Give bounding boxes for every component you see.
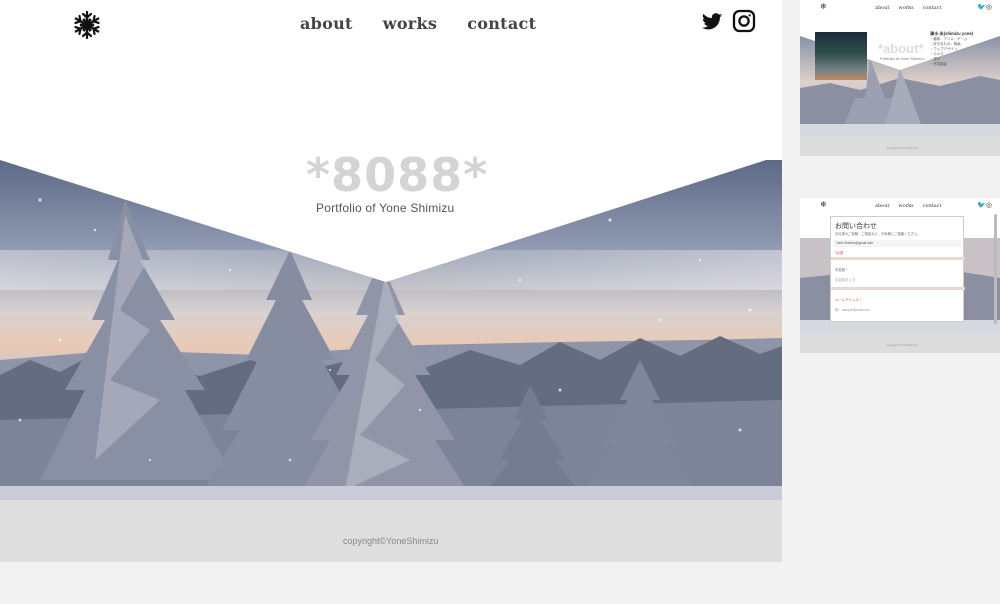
email-input: 例：sample@mail.com [835, 308, 870, 312]
section-divider [831, 287, 965, 290]
section-divider [831, 257, 965, 260]
hero-subtitle: Portfolio of Yone Shimizu [316, 201, 455, 215]
profile-line: ・好きなもの：映画 [930, 42, 961, 46]
profile-name: 清水 米(shimizu yone) [930, 31, 974, 36]
nav-works-link[interactable]: works [383, 14, 437, 33]
nav-contact-link[interactable]: contact [467, 14, 536, 33]
thumb-nav-contact: contact [922, 203, 942, 209]
thumb-nav-works: works [898, 203, 914, 209]
social-icons: 🐦◎ [977, 202, 992, 209]
contact-form: お問い合わせ お仕事のご依頼・ご相談など、お気軽にご連絡ください。 Yone.S… [830, 216, 965, 322]
site-preview: about works contact *8088* Portfolio of … [0, 0, 782, 562]
snowflake-icon: ❄ [820, 2, 827, 11]
copyright-text: copyright©YoneShimizu [343, 536, 439, 546]
profile-line: ・趣味：アニメ、ゲーム [930, 37, 968, 41]
thumb-navbar: ❄ about works contact 🐦◎ [800, 0, 1000, 14]
thumb-footer: copyright©YoneShimizu [800, 333, 1000, 353]
thumb-copyright: copyright©YoneShimizu [886, 146, 918, 150]
profile-line: ・写真撮影 [930, 62, 947, 66]
nav-about-link[interactable]: about [300, 14, 353, 33]
name-input: お名前を入力 [835, 278, 856, 282]
snowflake-icon: ❄ [820, 200, 827, 209]
name-label: お名前 * [835, 268, 848, 272]
contact-page-thumbnail[interactable]: ❄ about works contact 🐦◎ お問い合わせ お仕事のご依頼・… [800, 198, 1000, 353]
thumb-copyright: copyright©YoneShimizu [886, 343, 918, 347]
about-page-thumbnail[interactable]: ❄ about works contact 🐦◎ *about* Portfol… [800, 0, 1000, 156]
thumb-about-subtitle: Portfolio of Yone Shimizu [880, 56, 925, 61]
thumb-navbar: ❄ about works contact 🐦◎ [800, 198, 1000, 212]
email-row: Yone.Shimizu@gmail.com [833, 240, 961, 247]
profile-line: ・カメラ [930, 52, 944, 56]
aurora-photo [815, 32, 867, 80]
thumb-nav-contact: contact [922, 5, 942, 11]
required-mark: *必須 [835, 251, 844, 255]
thumb-about-title: *about* [878, 41, 924, 56]
thumb-nav-about: about [875, 203, 890, 209]
thumb-footer: copyright©YoneShimizu [800, 136, 1000, 156]
twitter-icon[interactable] [702, 12, 722, 35]
email-label: メールアドレス * [835, 298, 861, 302]
thumb-nav-works: works [898, 5, 914, 11]
contact-heading: お問い合わせ [835, 223, 877, 230]
social-icons: 🐦◎ [977, 4, 992, 11]
profile-text: 清水 米(shimizu yone) ・趣味：アニメ、ゲーム ・好きなもの：映画… [930, 31, 996, 67]
contact-description: お仕事のご依頼・ご相談など、お気軽にご連絡ください。 [835, 232, 921, 236]
scrollbar [994, 214, 997, 324]
instagram-icon[interactable] [732, 9, 756, 38]
hero-title: *8088* [306, 148, 489, 202]
navbar: about works contact [0, 0, 782, 50]
profile-line: ・旅行 [930, 57, 941, 61]
footer [0, 500, 782, 562]
snowflake-icon[interactable] [72, 10, 102, 40]
profile-line: ・ウェブデザイン [930, 47, 958, 51]
thumb-nav-about: about [875, 5, 890, 11]
